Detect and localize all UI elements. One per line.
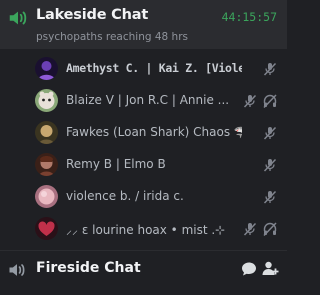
headset-deafened-icon xyxy=(263,94,277,109)
voice-member[interactable]: violence b. / irida c. xyxy=(0,182,287,212)
avatar xyxy=(35,89,58,112)
speaker-icon xyxy=(9,264,25,276)
section-divider xyxy=(0,250,287,251)
avatar xyxy=(35,217,58,240)
voice-member[interactable]: Amethyst C. | Kai Z. [Violet] xyxy=(0,54,287,84)
mic-muted-icon xyxy=(243,222,257,236)
channel-name: Lakeside Chat xyxy=(36,7,149,23)
voice-channel-fireside[interactable]: Fireside Chat xyxy=(0,252,287,284)
member-name: ⸝⸝ ɛ lourine hoax • mist .⊹ xyxy=(66,223,226,237)
channel-name: Fireside Chat xyxy=(36,260,141,276)
mic-muted-icon xyxy=(263,190,277,204)
channel-status: psychopaths reaching 48 hrs xyxy=(36,31,189,43)
avatar xyxy=(35,185,58,208)
member-name: violence b. / irida c. xyxy=(66,189,184,203)
avatar xyxy=(35,121,58,144)
member-name: Fawkes (Loan Shark) Chaos 🦈 xyxy=(66,125,242,139)
mic-muted-icon xyxy=(263,158,277,172)
call-timer: 44:15:57 xyxy=(221,10,277,24)
avatar xyxy=(35,57,58,80)
voice-member[interactable]: Fawkes (Loan Shark) Chaos 🦈 xyxy=(0,118,287,148)
speaker-icon xyxy=(9,11,27,25)
headset-deafened-icon xyxy=(263,222,277,237)
chat-bubble-icon[interactable] xyxy=(241,261,257,277)
voice-channel-panel: Lakeside Chat psychopaths reaching 48 hr… xyxy=(0,0,287,295)
voice-member[interactable]: Remy B | Elmo B xyxy=(0,150,287,180)
member-name: Blaize V | Jon R.C | Annie ... xyxy=(66,93,230,107)
member-name: Remy B | Elmo B xyxy=(66,157,166,171)
add-member-icon[interactable] xyxy=(262,260,279,277)
mic-muted-icon xyxy=(263,126,277,140)
voice-member[interactable]: Blaize V | Jon R.C | Annie ... xyxy=(0,86,287,116)
mic-muted-icon xyxy=(263,62,277,76)
avatar xyxy=(35,153,58,176)
mic-muted-icon xyxy=(243,94,257,108)
member-name: Amethyst C. | Kai Z. [Violet] xyxy=(66,61,242,75)
active-voice-channel[interactable]: Lakeside Chat psychopaths reaching 48 hr… xyxy=(0,0,287,49)
voice-member[interactable]: ⸝⸝ ɛ lourine hoax • mist .⊹ xyxy=(0,214,287,244)
